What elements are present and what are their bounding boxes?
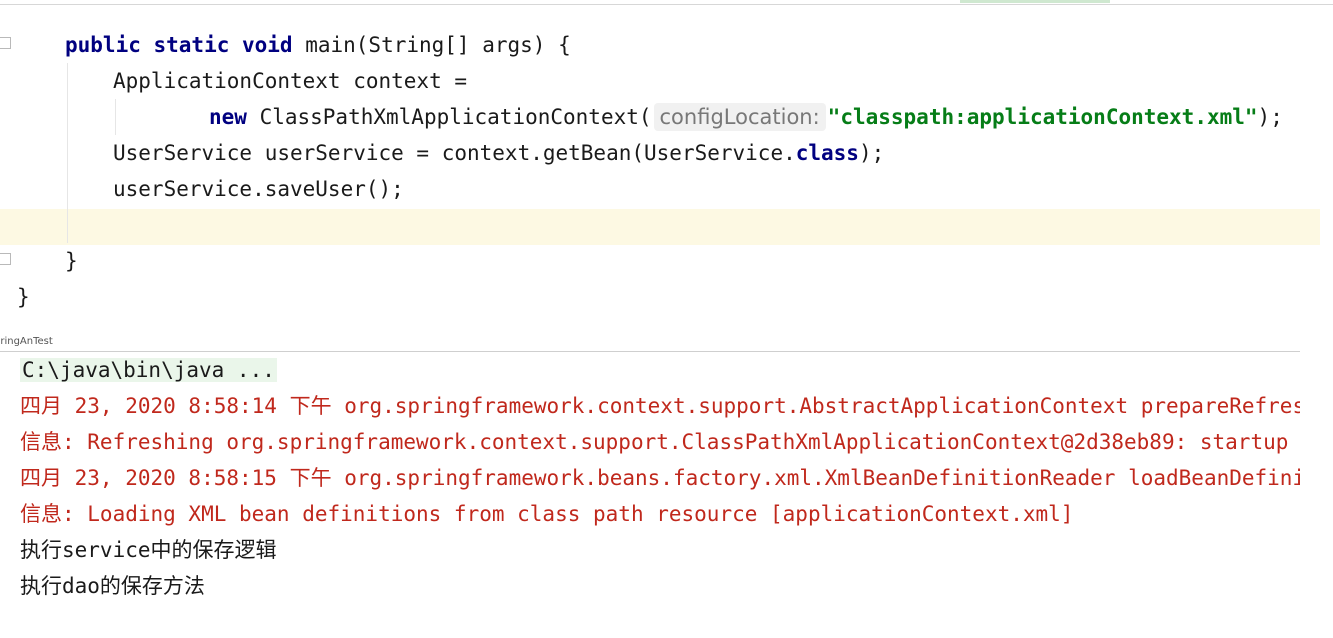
run-tab-label[interactable]: pringAnTest (0, 336, 53, 347)
indent-guide (115, 99, 116, 135)
parameter-hint: configLocation: (653, 103, 826, 131)
console-output-line: 信息: Loading XML bean definitions from cl… (20, 502, 1074, 526)
current-line-highlight (0, 209, 1320, 245)
code-line[interactable]: } (17, 279, 30, 315)
code-token: public static void (65, 33, 306, 57)
code-token: ClassPathXmlApplicationContext( (259, 105, 652, 129)
code-token: } (17, 285, 30, 309)
code-token: "classpath:applicationContext.xml" (827, 105, 1258, 129)
console-output-line: 信息: Refreshing org.springframework.conte… (20, 430, 1300, 454)
console-output-line: 执行service中的保存逻辑 (20, 538, 277, 562)
code-line[interactable]: ApplicationContext context = (113, 63, 467, 99)
console-output-line: 四月 23, 2020 8:58:14 下午 org.springframewo… (20, 394, 1300, 418)
code-token: class (795, 141, 859, 165)
code-line[interactable]: userService.saveUser(); (113, 171, 404, 207)
run-console-header: pringAnTest (0, 336, 1300, 352)
indent-guide (67, 63, 68, 243)
fold-end-marker-icon[interactable] (0, 253, 11, 265)
code-editor[interactable]: public static void main(String[] args) {… (0, 5, 1320, 336)
console-output-line: 四月 23, 2020 8:58:15 下午 org.springframewo… (20, 466, 1300, 490)
code-line[interactable]: public static void main(String[] args) { (65, 27, 571, 63)
code-line[interactable]: UserService userService = context.getBea… (113, 135, 884, 171)
code-line[interactable]: new ClassPathXmlApplicationContext(confi… (209, 99, 1283, 135)
console-output-line: 执行dao的保存方法 (20, 574, 205, 598)
console-command[interactable]: C:\java\bin\java ... (20, 358, 277, 382)
fold-marker-icon[interactable] (0, 37, 11, 49)
console-command-line: C:\java\bin\java ... (20, 352, 277, 388)
code-token: main(String[] args) { (305, 33, 571, 57)
code-token: } (65, 249, 78, 273)
run-console[interactable]: C:\java\bin\java ... 四月 23, 2020 8:58:14… (0, 352, 1300, 638)
code-line[interactable]: } (65, 243, 78, 279)
code-token: new (209, 105, 260, 129)
active-tab-indicator (960, 0, 1110, 3)
code-token: UserService userService = context.getBea… (113, 141, 796, 165)
code-token: ApplicationContext context = (113, 69, 468, 93)
code-token: ); (1257, 105, 1283, 129)
code-token: userService.saveUser(); (113, 177, 404, 201)
code-token: ); (858, 141, 885, 165)
